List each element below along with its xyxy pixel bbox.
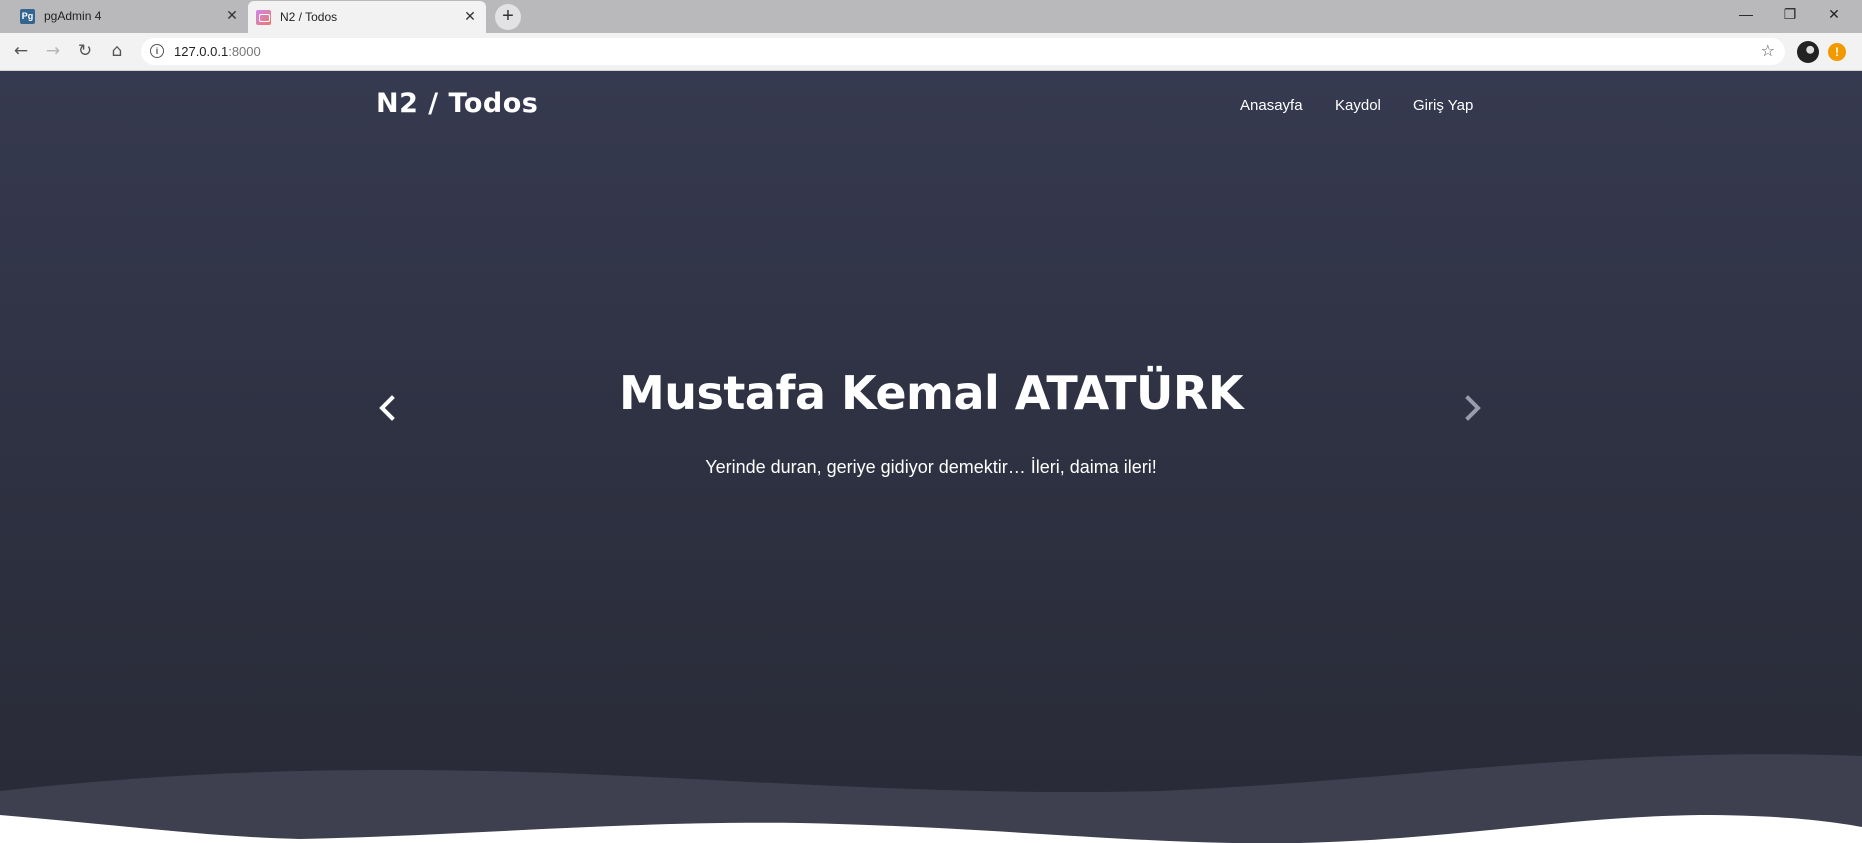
forward-arrow-icon[interactable]: → [41,39,65,63]
tab-n2-todos[interactable]: N2 / Todos ✕ [248,1,486,34]
n2-todos-icon [256,10,271,25]
pgadmin-icon: Pg [20,9,35,24]
restore-button[interactable]: ❐ [1768,0,1812,28]
hero-quote: Yerinde duran, geriye gidiyor demektir… … [705,457,1157,477]
hero-wave-divider [0,754,1862,843]
close-window-button[interactable]: ✕ [1812,0,1856,28]
address-bar[interactable]: i 127.0.0.1:8000 ☆ [141,38,1785,65]
page-viewport: N2 / Todos Anasayfa Kaydol Giriş Yap Mus… [0,71,1862,843]
tab-title: pgAdmin 4 [44,9,102,23]
close-icon[interactable]: ✕ [224,7,240,23]
hero-section: N2 / Todos Anasayfa Kaydol Giriş Yap Mus… [0,71,1862,843]
info-icon[interactable]: i [150,44,164,58]
bookmark-star-icon[interactable]: ☆ [1761,41,1775,60]
tab-pgadmin[interactable]: Pg pgAdmin 4 ✕ [12,0,248,33]
browser-tab-strip: Pg pgAdmin 4 ✕ N2 / Todos ✕ + — ❐ ✕ [0,0,1862,34]
back-arrow-icon[interactable]: ← [9,39,33,63]
new-tab-button[interactable]: + [495,4,521,30]
home-icon[interactable]: ⌂ [105,39,129,63]
browser-toolbar: ← → ↻ ⌂ i 127.0.0.1:8000 ☆ ! [0,33,1862,71]
nav-link-anasayfa[interactable]: Anasayfa [1240,97,1303,114]
site-brand[interactable]: N2 / Todos [376,88,538,119]
tab-title: N2 / Todos [280,10,338,24]
nav-link-giris-yap[interactable]: Giriş Yap [1413,97,1473,114]
address-url[interactable]: 127.0.0.1:8000 [174,44,261,59]
nav-link-kaydol[interactable]: Kaydol [1335,97,1381,114]
reload-icon[interactable]: ↻ [73,39,97,63]
hero-headline: Mustafa Kemal ATATÜRK [619,366,1243,420]
profile-avatar[interactable] [1797,41,1819,63]
close-icon[interactable]: ✕ [462,8,478,24]
update-alert-icon[interactable]: ! [1828,43,1846,61]
chevron-right-icon[interactable] [1459,388,1487,428]
minimize-button[interactable]: — [1724,0,1768,28]
